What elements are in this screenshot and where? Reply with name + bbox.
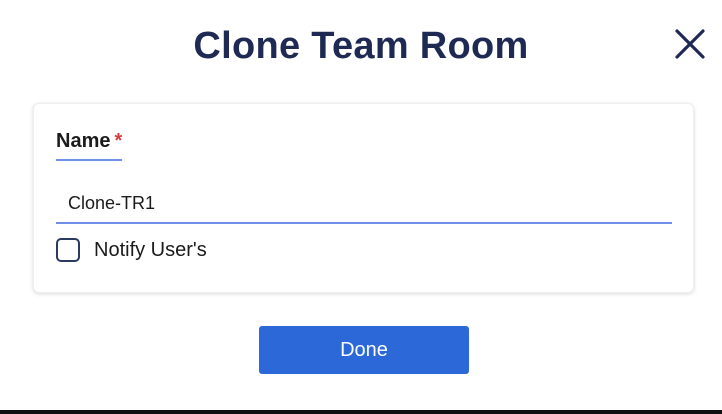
done-button[interactable]: Done	[259, 326, 469, 374]
name-input[interactable]	[56, 184, 672, 224]
close-button[interactable]	[670, 24, 710, 64]
name-label-text: Name	[56, 130, 111, 152]
name-field-label: Name *	[56, 130, 123, 161]
required-marker: *	[114, 130, 123, 152]
bottom-divider	[0, 410, 722, 414]
dialog-title: Clone Team Room	[193, 25, 529, 67]
close-icon	[675, 29, 705, 59]
notify-users-label: Notify User's	[94, 238, 207, 261]
notify-users-checkbox-row[interactable]: Notify User's	[56, 238, 207, 262]
form-card: Name* Notify User's	[33, 103, 694, 293]
notify-users-checkbox[interactable]	[56, 238, 80, 262]
clone-team-room-dialog: Clone Team Room Name* Notify User's Done	[0, 0, 722, 414]
